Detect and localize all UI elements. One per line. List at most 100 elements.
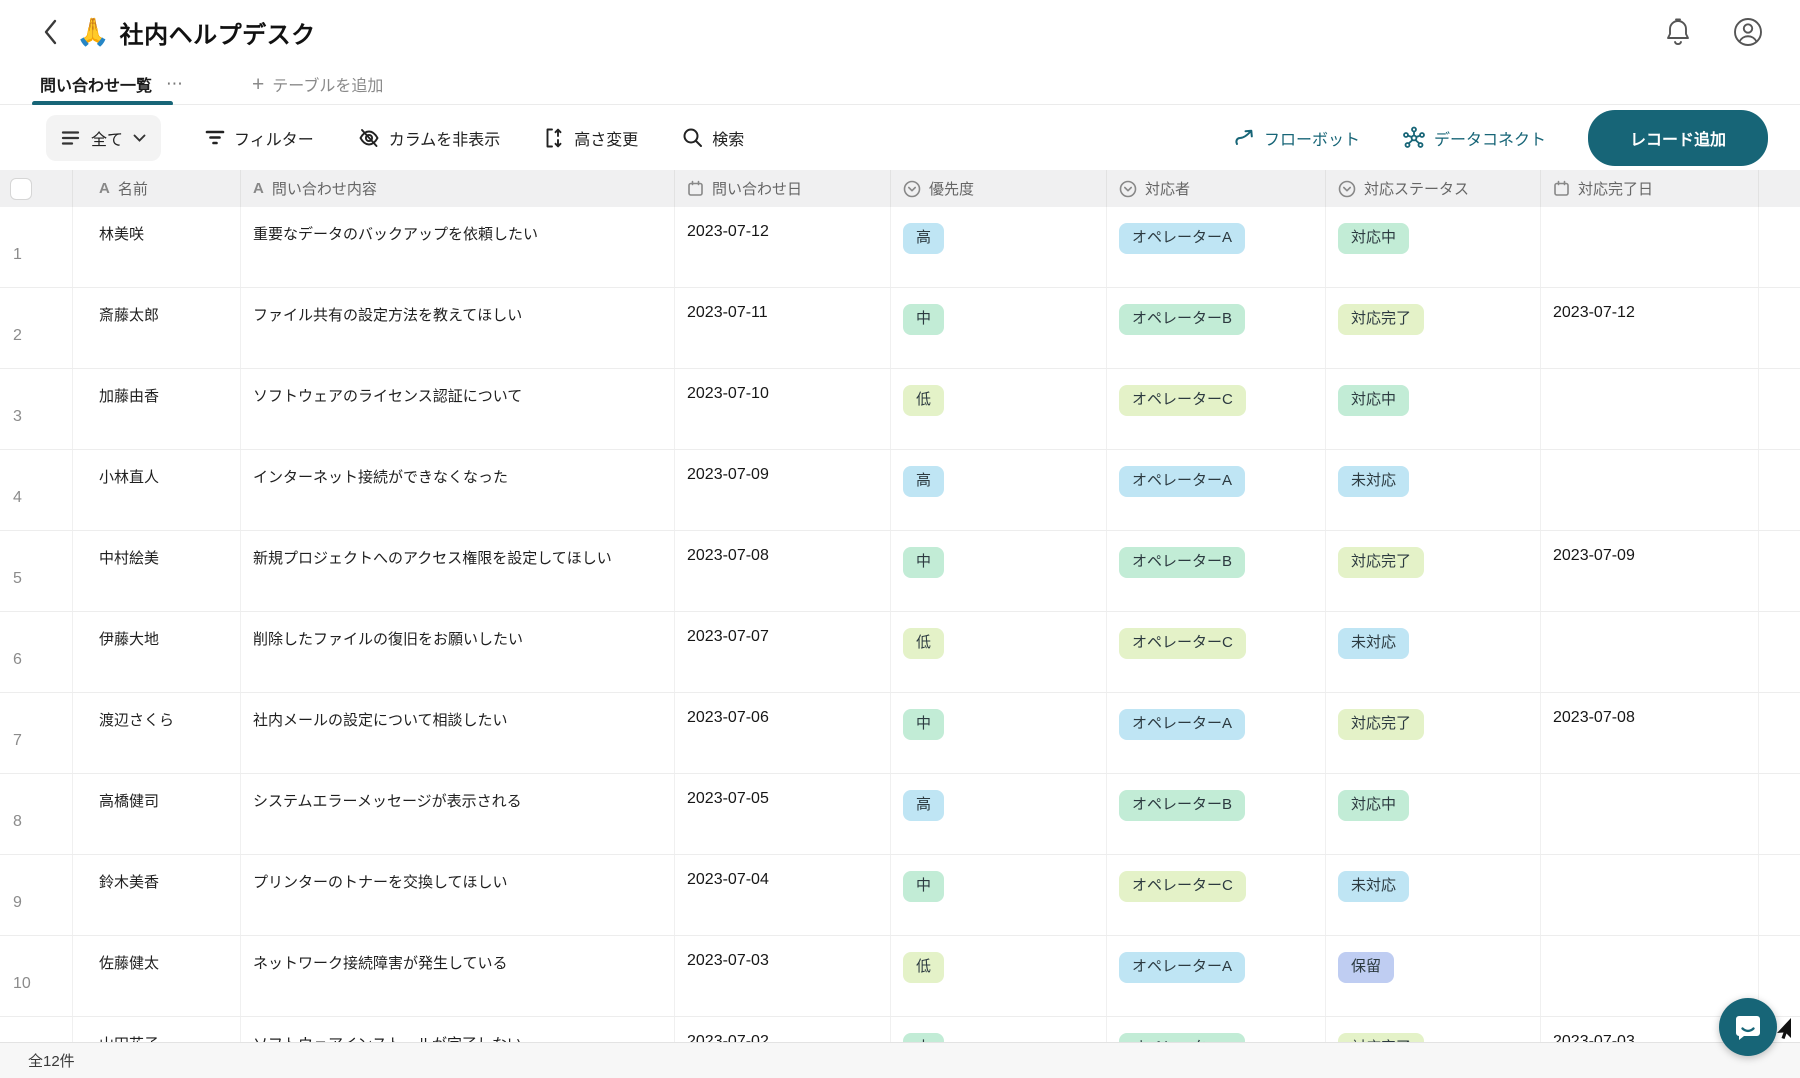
row-number-cell[interactable]: 11 [0,1017,72,1042]
cell-inquiry-date[interactable]: 2023-07-05 [674,774,890,854]
row-number-cell[interactable]: 6 [0,612,72,692]
cell-content[interactable]: システムエラーメッセージが表示される [240,774,674,854]
cell-priority[interactable]: 中 [890,855,1106,935]
column-header-status[interactable]: 対応ステータス [1325,170,1540,207]
cell-operator[interactable]: オペレーターB [1106,531,1325,611]
cell-status[interactable]: 未対応 [1325,450,1540,530]
cell-operator[interactable]: オペレーターB [1106,774,1325,854]
table-row[interactable]: 10 佐藤健太 ネットワーク接続障害が発生している 2023-07-03 低 オ… [0,936,1800,1017]
cell-priority[interactable]: 低 [890,369,1106,449]
cell-operator[interactable]: オペレーターC [1106,612,1325,692]
row-number-cell[interactable]: 2 [0,288,72,368]
select-all-checkbox[interactable] [10,178,32,200]
cell-inquiry-date[interactable]: 2023-07-03 [674,936,890,1016]
add-record-button[interactable]: レコード追加 [1588,110,1768,166]
row-number-cell[interactable]: 8 [0,774,72,854]
cell-inquiry-date[interactable]: 2023-07-12 [674,207,890,287]
cell-status[interactable]: 対応中 [1325,207,1540,287]
cell-status[interactable]: 未対応 [1325,612,1540,692]
cell-status[interactable]: 対応完了 [1325,531,1540,611]
column-header-name[interactable]: A 名前 [72,170,240,207]
row-number-cell[interactable]: 10 [0,936,72,1016]
cell-operator[interactable]: オペレーターA [1106,936,1325,1016]
cell-inquiry-date[interactable]: 2023-07-06 [674,693,890,773]
column-header-priority[interactable]: 優先度 [890,170,1106,207]
cell-content[interactable]: 社内メールの設定について相談したい [240,693,674,773]
cell-inquiry-date[interactable]: 2023-07-07 [674,612,890,692]
table-row[interactable]: 8 高橋健司 システムエラーメッセージが表示される 2023-07-05 高 オ… [0,774,1800,855]
cell-completed-date[interactable] [1540,774,1758,854]
hide-columns-button[interactable]: カラムを非表示 [358,126,501,150]
cell-status[interactable]: 対応完了 [1325,1017,1540,1042]
cell-inquiry-date[interactable]: 2023-07-09 [674,450,890,530]
table-row[interactable]: 2 斎藤太郎 ファイル共有の設定方法を教えてほしい 2023-07-11 中 オ… [0,288,1800,369]
table-row[interactable]: 1 林美咲 重要なデータのバックアップを依頼したい 2023-07-12 高 オ… [0,207,1800,288]
table-row[interactable]: 6 伊藤大地 削除したファイルの復旧をお願いしたい 2023-07-07 低 オ… [0,612,1800,693]
cell-content[interactable]: ソフトウェアインストールが完了しない [240,1017,674,1042]
column-header-inquiry-date[interactable]: 問い合わせ日 [674,170,890,207]
cell-completed-date[interactable] [1540,369,1758,449]
cell-name[interactable]: 伊藤大地 [72,612,240,692]
row-number-cell[interactable]: 4 [0,450,72,530]
cell-status[interactable]: 対応完了 [1325,693,1540,773]
cell-name[interactable]: 林美咲 [72,207,240,287]
cell-priority[interactable]: 低 [890,612,1106,692]
cell-operator[interactable]: オペレーターB [1106,1017,1325,1042]
cell-operator[interactable]: オペレーターA [1106,693,1325,773]
data-connect-button[interactable]: データコネクト [1402,126,1546,150]
cell-name[interactable]: 高橋健司 [72,774,240,854]
cell-content[interactable]: 削除したファイルの復旧をお願いしたい [240,612,674,692]
row-height-button[interactable]: 高さ変更 [544,126,638,150]
cell-inquiry-date[interactable]: 2023-07-04 [674,855,890,935]
cell-inquiry-date[interactable]: 2023-07-02 [674,1017,890,1042]
view-selector[interactable]: 全て [46,115,161,161]
cell-priority[interactable]: 高 [890,207,1106,287]
cell-operator[interactable]: オペレーターC [1106,369,1325,449]
cell-priority[interactable]: 中 [890,288,1106,368]
cell-operator[interactable]: オペレーターA [1106,207,1325,287]
filter-button[interactable]: フィルター [205,126,314,150]
cell-content[interactable]: プリンターのトナーを交換してほしい [240,855,674,935]
table-row[interactable]: 5 中村絵美 新規プロジェクトへのアクセス権限を設定してほしい 2023-07-… [0,531,1800,612]
cell-priority[interactable]: 中 [890,531,1106,611]
cell-name[interactable]: 加藤由香 [72,369,240,449]
chat-launcher-button[interactable] [1719,998,1777,1056]
cell-name[interactable]: 山田花子 [72,1017,240,1042]
cell-content[interactable]: 重要なデータのバックアップを依頼したい [240,207,674,287]
cell-inquiry-date[interactable]: 2023-07-10 [674,369,890,449]
account-user-icon[interactable] [1732,16,1764,48]
cell-priority[interactable]: 中 [890,693,1106,773]
cell-completed-date[interactable]: 2023-07-12 [1540,288,1758,368]
cell-operator[interactable]: オペレーターC [1106,855,1325,935]
cell-content[interactable]: ソフトウェアのライセンス認証について [240,369,674,449]
cell-status[interactable]: 対応完了 [1325,288,1540,368]
row-number-cell[interactable]: 9 [0,855,72,935]
cell-priority[interactable]: 高 [890,450,1106,530]
cell-inquiry-date[interactable]: 2023-07-11 [674,288,890,368]
tab-more-icon[interactable]: ⋯ [166,74,184,94]
cell-completed-date[interactable]: 2023-07-09 [1540,531,1758,611]
cell-status[interactable]: 対応中 [1325,774,1540,854]
table-row[interactable]: 3 加藤由香 ソフトウェアのライセンス認証について 2023-07-10 低 オ… [0,369,1800,450]
cell-name[interactable]: 渡辺さくら [72,693,240,773]
cell-priority[interactable]: 中 [890,1017,1106,1042]
cell-content[interactable]: ファイル共有の設定方法を教えてほしい [240,288,674,368]
column-header-completed-date[interactable]: 対応完了日 [1540,170,1758,207]
notifications-bell-icon[interactable] [1664,17,1692,47]
cell-completed-date[interactable]: 2023-07-08 [1540,693,1758,773]
cell-content[interactable]: 新規プロジェクトへのアクセス権限を設定してほしい [240,531,674,611]
cell-name[interactable]: 中村絵美 [72,531,240,611]
row-number-cell[interactable]: 1 [0,207,72,287]
cell-content[interactable]: ネットワーク接続障害が発生している [240,936,674,1016]
cell-completed-date[interactable] [1540,207,1758,287]
cell-status[interactable]: 対応中 [1325,369,1540,449]
table-row[interactable]: 9 鈴木美香 プリンターのトナーを交換してほしい 2023-07-04 中 オペ… [0,855,1800,936]
row-number-cell[interactable]: 7 [0,693,72,773]
cell-status[interactable]: 保留 [1325,936,1540,1016]
cell-status[interactable]: 未対応 [1325,855,1540,935]
column-header-operator[interactable]: 対応者 [1106,170,1325,207]
row-number-cell[interactable]: 3 [0,369,72,449]
cell-completed-date[interactable] [1540,855,1758,935]
cell-priority[interactable]: 低 [890,936,1106,1016]
table-row[interactable]: 4 小林直人 インターネット接続ができなくなった 2023-07-09 高 オペ… [0,450,1800,531]
